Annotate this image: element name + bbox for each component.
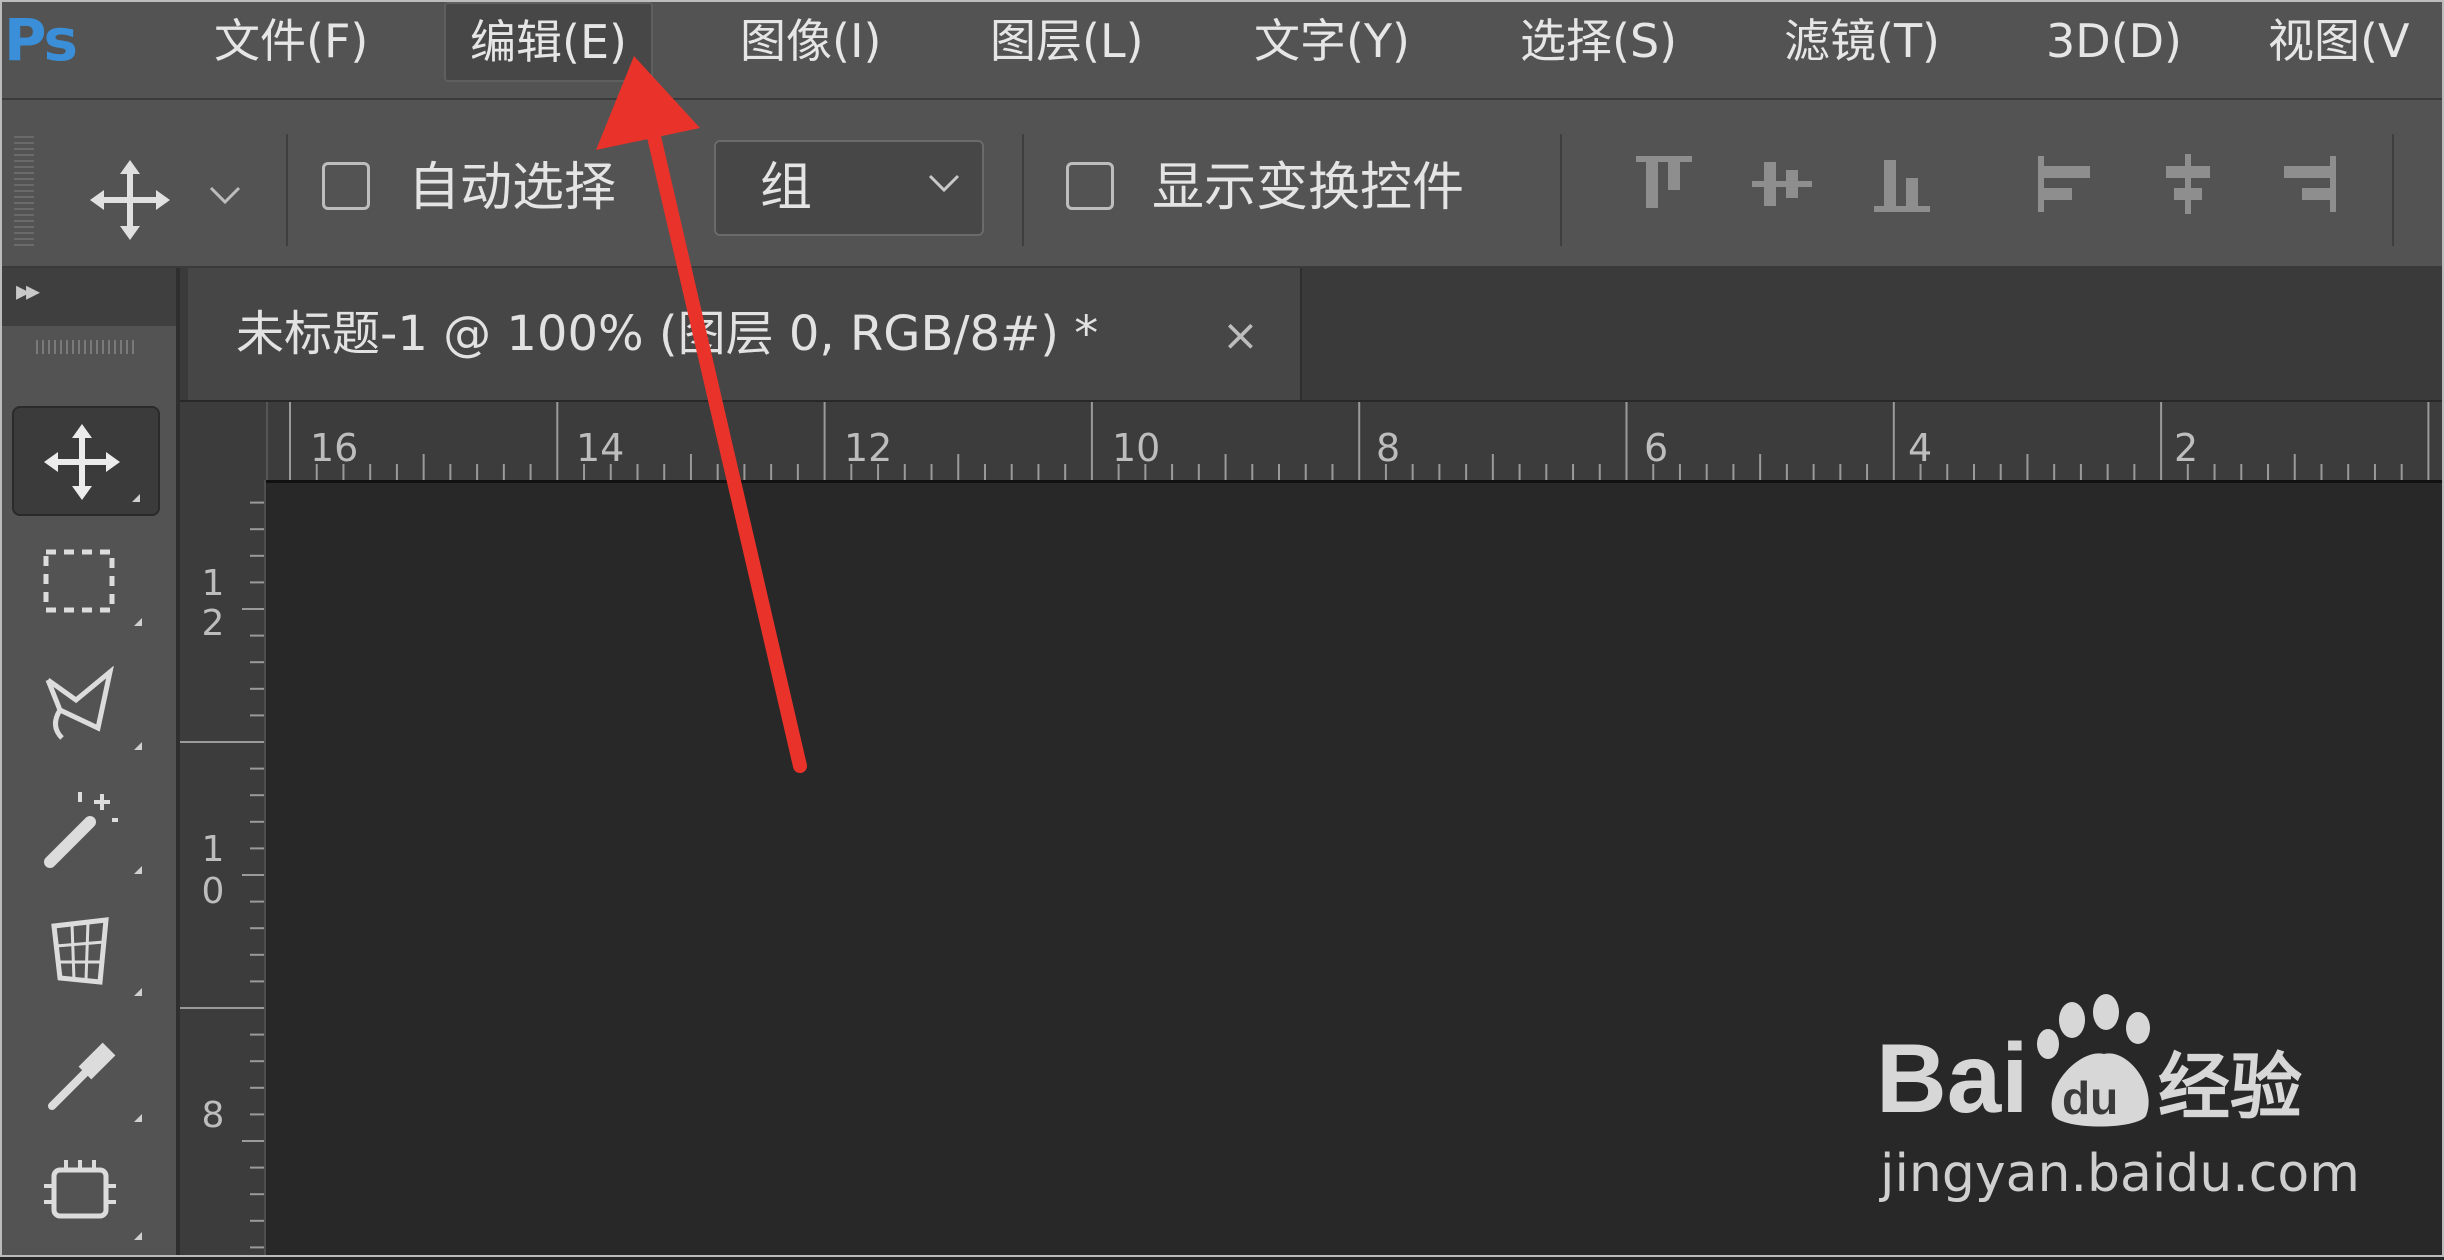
annotation-arrow xyxy=(596,56,807,773)
